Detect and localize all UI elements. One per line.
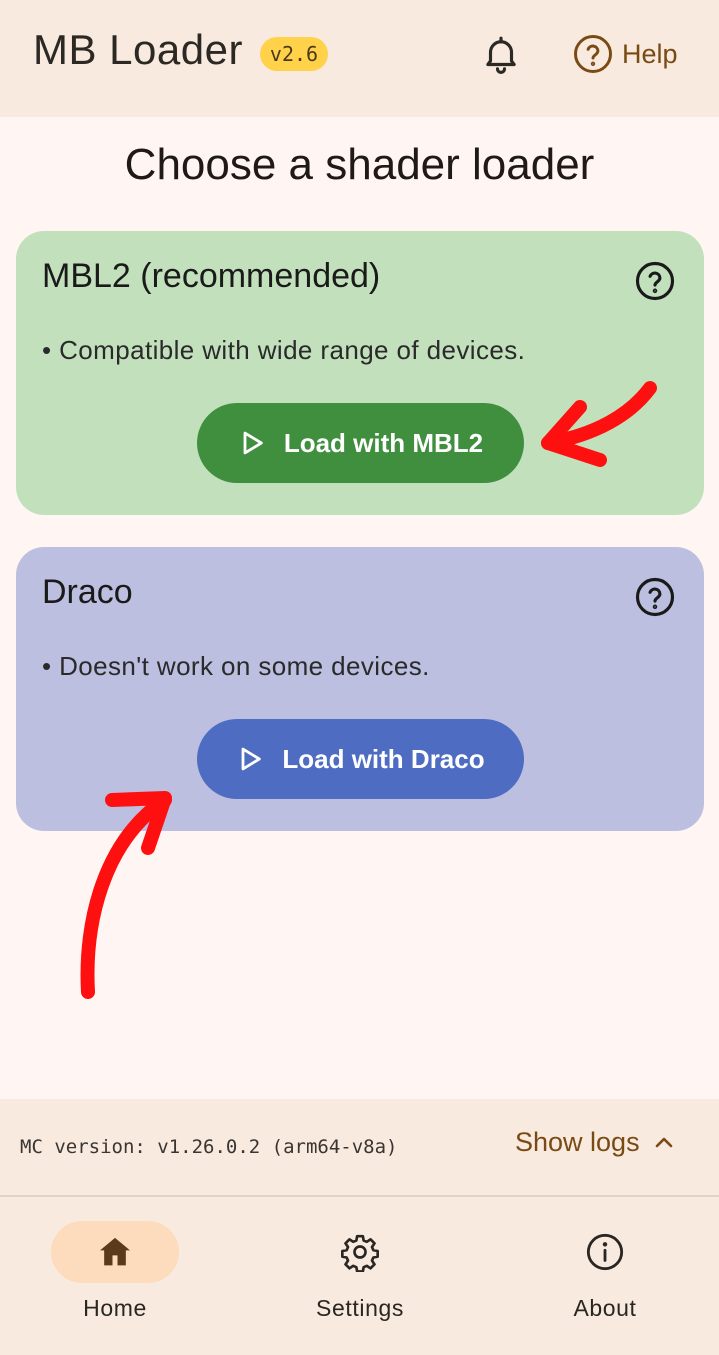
card-title: Draco: [42, 573, 133, 611]
status-bar: MC version: v1.26.0.2 (arm64-v8a) Show l…: [0, 1099, 719, 1195]
nav-item-settings[interactable]: Settings: [240, 1197, 480, 1355]
top-app-bar: MB Loader v2.6 Help: [0, 0, 719, 117]
app-title: MB Loader: [33, 26, 243, 73]
bell-icon[interactable]: [480, 32, 522, 76]
show-logs-button[interactable]: Show logs: [515, 1127, 676, 1158]
card-title: MBL2 (recommended): [42, 257, 381, 295]
nav-active-indicator: [51, 1221, 179, 1283]
nav-label: Home: [83, 1295, 147, 1321]
mc-version: MC version: v1.26.0.2 (arm64-v8a): [20, 1136, 398, 1158]
button-label: Load with MBL2: [283, 427, 484, 458]
card-description: • Compatible with wide range of devices.: [42, 335, 526, 365]
info-icon: [586, 1233, 624, 1271]
question-circle-icon[interactable]: [634, 576, 676, 618]
help-button[interactable]: Help: [572, 30, 678, 78]
play-icon: [243, 431, 263, 455]
loader-card-mbl2: MBL2 (recommended) • Compatible with wid…: [16, 231, 704, 515]
nav-label: Settings: [316, 1295, 404, 1321]
nav-label: About: [573, 1295, 637, 1321]
chevron-up-icon: [655, 1137, 672, 1147]
play-icon: [241, 747, 262, 771]
nav-item-about[interactable]: About: [485, 1197, 719, 1355]
question-circle-icon: [574, 35, 612, 73]
bottom-navigation: Home Settings About: [0, 1197, 719, 1355]
show-logs-label: Show logs: [515, 1127, 640, 1157]
button-label: Load with Draco: [282, 743, 485, 774]
home-icon: [100, 1237, 130, 1266]
load-with-draco-button[interactable]: Load with Draco: [197, 719, 524, 799]
version-badge: v2.6: [260, 37, 328, 71]
load-with-mbl2-button[interactable]: Load with MBL2: [197, 403, 524, 483]
page-heading: Choose a shader loader: [124, 140, 595, 189]
help-label: Help: [622, 38, 678, 69]
gear-icon: [341, 1234, 379, 1272]
nav-item-home[interactable]: Home: [0, 1197, 240, 1355]
card-description: • Doesn't work on some devices.: [42, 651, 430, 681]
question-circle-icon[interactable]: [634, 260, 676, 302]
loader-card-draco: Draco • Doesn't work on some devices. Lo…: [16, 547, 704, 831]
